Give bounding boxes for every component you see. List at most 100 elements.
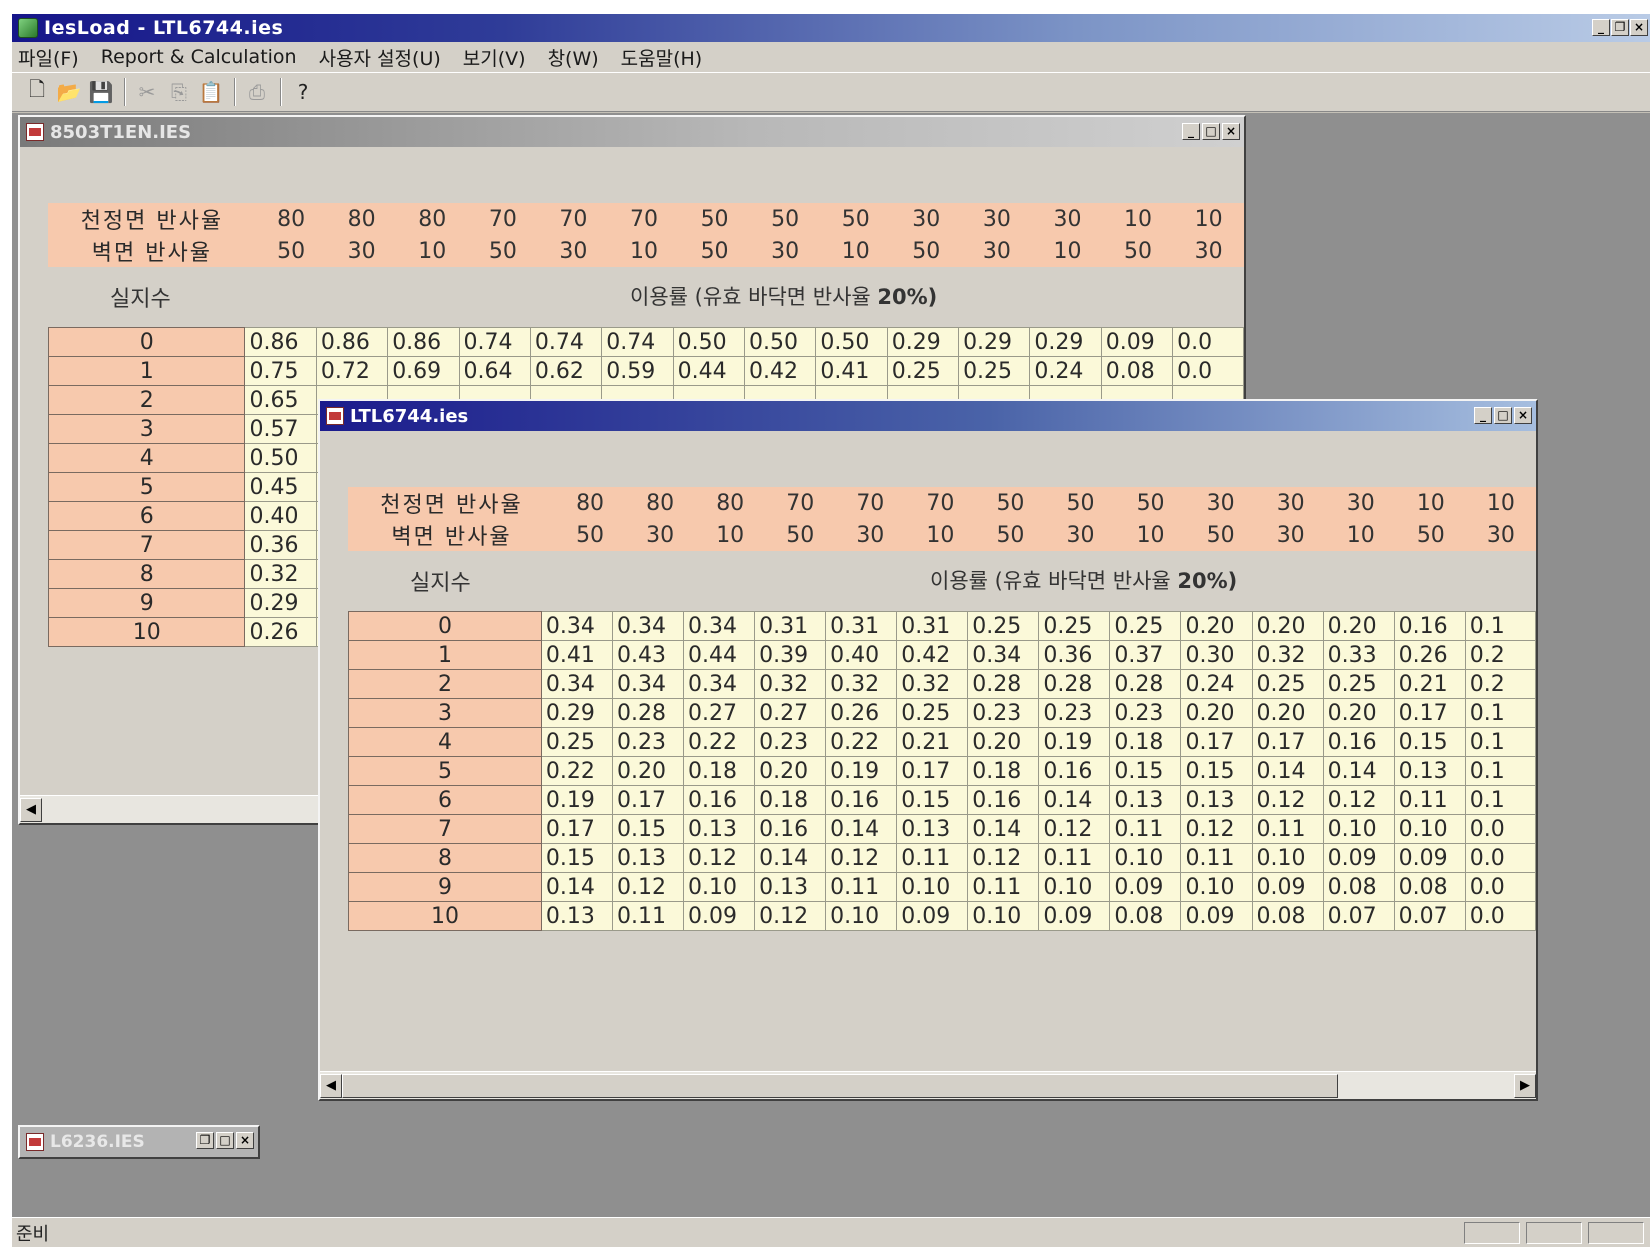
room-index-cell[interactable]: 5 xyxy=(348,756,542,786)
utilization-cell[interactable]: 0.12 xyxy=(1038,814,1111,844)
utilization-cell[interactable]: 0.10 xyxy=(1038,872,1111,902)
copy-icon[interactable]: ⎘ xyxy=(164,77,194,107)
utilization-cell[interactable]: 0.10 xyxy=(683,872,756,902)
utilization-cell[interactable]: 0.50 xyxy=(672,327,745,357)
utilization-cell[interactable]: 0.27 xyxy=(683,698,756,728)
utilization-cell[interactable]: 0.12 xyxy=(683,843,756,873)
utilization-cell[interactable]: 0.28 xyxy=(1038,669,1111,699)
utilization-cell[interactable]: 0.20 xyxy=(611,756,685,786)
utilization-cell[interactable]: 0.65 xyxy=(244,385,317,415)
maximize-icon[interactable]: □ xyxy=(1202,123,1220,140)
utilization-cell[interactable]: 0.23 xyxy=(754,727,827,757)
utilization-cell[interactable]: 0.23 xyxy=(611,727,685,757)
utilization-cell[interactable]: 0.13 xyxy=(683,814,756,844)
utilization-cell[interactable]: 0.22 xyxy=(540,756,613,786)
utilization-cell[interactable]: 0.16 xyxy=(1393,611,1466,641)
utilization-cell[interactable]: 0.12 xyxy=(1180,814,1253,844)
utilization-cell[interactable]: 0.18 xyxy=(967,756,1040,786)
utilization-cell[interactable]: 0.25 xyxy=(1251,669,1324,699)
utilization-cell[interactable]: 0.20 xyxy=(1322,611,1395,641)
back-window-titlebar[interactable]: 8503T1EN.IES _ □ × xyxy=(20,117,1244,147)
utilization-cell[interactable]: 0.39 xyxy=(754,640,827,670)
utilization-cell[interactable]: 0.69 xyxy=(387,356,460,386)
utilization-cell[interactable]: 0.15 xyxy=(896,785,969,815)
utilization-cell[interactable]: 0.34 xyxy=(540,611,613,641)
utilization-cell[interactable]: 0.30 xyxy=(1180,640,1253,670)
utilization-cell[interactable]: 0.28 xyxy=(611,698,685,728)
utilization-cell[interactable]: 0.16 xyxy=(754,814,827,844)
utilization-cell[interactable]: 0.74 xyxy=(529,327,603,357)
close-icon[interactable]: × xyxy=(1222,123,1240,140)
utilization-cell[interactable]: 0.25 xyxy=(1109,611,1182,641)
utilization-cell[interactable]: 0.20 xyxy=(754,756,827,786)
utilization-cell[interactable]: 0.16 xyxy=(825,785,898,815)
utilization-cell[interactable]: 0.11 xyxy=(1180,843,1253,873)
utilization-cell[interactable]: 0.24 xyxy=(1180,669,1253,699)
utilization-cell[interactable]: 0.11 xyxy=(1251,814,1324,844)
utilization-cell[interactable]: 0.26 xyxy=(244,617,317,647)
utilization-cell[interactable]: 0.40 xyxy=(244,501,317,531)
utilization-cell[interactable]: 0.22 xyxy=(825,727,898,757)
utilization-cell[interactable]: 0.20 xyxy=(1251,611,1324,641)
utilization-cell[interactable]: 0.34 xyxy=(540,669,613,699)
utilization-cell[interactable]: 0.11 xyxy=(1109,814,1182,844)
room-index-cell[interactable]: 6 xyxy=(47,501,246,531)
utilization-cell[interactable]: 0.28 xyxy=(967,669,1040,699)
menu-file[interactable]: 파일(F) xyxy=(18,44,79,71)
utilization-cell[interactable]: 0.16 xyxy=(683,785,756,815)
utilization-cell[interactable]: 0.41 xyxy=(540,640,613,670)
scroll-left-icon[interactable]: ◀ xyxy=(20,797,42,822)
utilization-cell[interactable]: 0.09 xyxy=(683,901,756,931)
utilization-cell[interactable]: 0.32 xyxy=(244,559,317,589)
utilization-cell[interactable]: 0.19 xyxy=(825,756,898,786)
utilization-cell[interactable]: 0.13 xyxy=(1180,785,1253,815)
utilization-cell[interactable]: 0.14 xyxy=(1038,785,1111,815)
utilization-cell[interactable]: 0.12 xyxy=(754,901,827,931)
utilization-cell[interactable]: 0.33 xyxy=(1322,640,1395,670)
utilization-cell[interactable]: 0.34 xyxy=(683,611,756,641)
utilization-cell[interactable]: 0.24 xyxy=(1029,356,1102,386)
utilization-cell[interactable]: 0.25 xyxy=(1038,611,1111,641)
utilization-cell[interactable]: 0.0 xyxy=(1464,814,1536,844)
minimize-icon[interactable]: _ xyxy=(1592,19,1610,36)
utilization-cell[interactable]: 0.12 xyxy=(967,843,1040,873)
utilization-cell[interactable]: 0.75 xyxy=(244,356,317,386)
utilization-cell[interactable]: 0.50 xyxy=(743,327,817,357)
utilization-cell[interactable]: 0.57 xyxy=(244,414,317,444)
room-index-cell[interactable]: 7 xyxy=(348,814,542,844)
paste-icon[interactable]: 📋 xyxy=(196,77,226,107)
utilization-cell[interactable]: 0.14 xyxy=(825,814,898,844)
print-icon[interactable]: ⎙ xyxy=(242,77,272,107)
utilization-cell[interactable]: 0.34 xyxy=(611,669,685,699)
open-folder-icon[interactable]: 📂 xyxy=(54,77,84,107)
maximize-icon[interactable]: □ xyxy=(1494,407,1512,424)
utilization-cell[interactable]: 0.08 xyxy=(1393,872,1466,902)
utilization-cell[interactable]: 0.20 xyxy=(1251,698,1324,728)
utilization-cell[interactable]: 0.10 xyxy=(1322,814,1395,844)
utilization-cell[interactable]: 0.42 xyxy=(896,640,969,670)
utilization-cell[interactable]: 0.11 xyxy=(611,901,685,931)
utilization-cell[interactable]: 0.64 xyxy=(458,356,531,386)
utilization-cell[interactable]: 0.32 xyxy=(896,669,969,699)
utilization-cell[interactable]: 0.62 xyxy=(529,356,603,386)
utilization-cell[interactable]: 0.17 xyxy=(1393,698,1466,728)
save-disk-icon[interactable]: 💾 xyxy=(86,77,116,107)
utilization-cell[interactable]: 0.14 xyxy=(1251,756,1324,786)
app-titlebar[interactable]: IesLoad - LTL6744.ies _ ❐ × xyxy=(12,14,1650,42)
utilization-cell[interactable]: 0.37 xyxy=(1109,640,1182,670)
utilization-cell[interactable]: 0.43 xyxy=(611,640,685,670)
utilization-cell[interactable]: 0.11 xyxy=(967,872,1040,902)
room-index-cell[interactable]: 6 xyxy=(348,785,542,815)
utilization-cell[interactable]: 0.0 xyxy=(1172,356,1244,386)
room-index-cell[interactable]: 0 xyxy=(47,327,246,357)
utilization-cell[interactable]: 0.0 xyxy=(1464,843,1536,873)
utilization-cell[interactable]: 0.18 xyxy=(754,785,827,815)
utilization-cell[interactable]: 0.19 xyxy=(540,785,613,815)
utilization-cell[interactable]: 0.26 xyxy=(1393,640,1466,670)
room-index-cell[interactable]: 3 xyxy=(348,698,542,728)
utilization-cell[interactable]: 0.45 xyxy=(244,472,317,502)
menu-help[interactable]: 도움말(H) xyxy=(621,44,703,71)
utilization-cell[interactable]: 0.08 xyxy=(1100,356,1174,386)
utilization-cell[interactable]: 0.12 xyxy=(611,872,685,902)
utilization-cell[interactable]: 0.0 xyxy=(1172,327,1244,357)
